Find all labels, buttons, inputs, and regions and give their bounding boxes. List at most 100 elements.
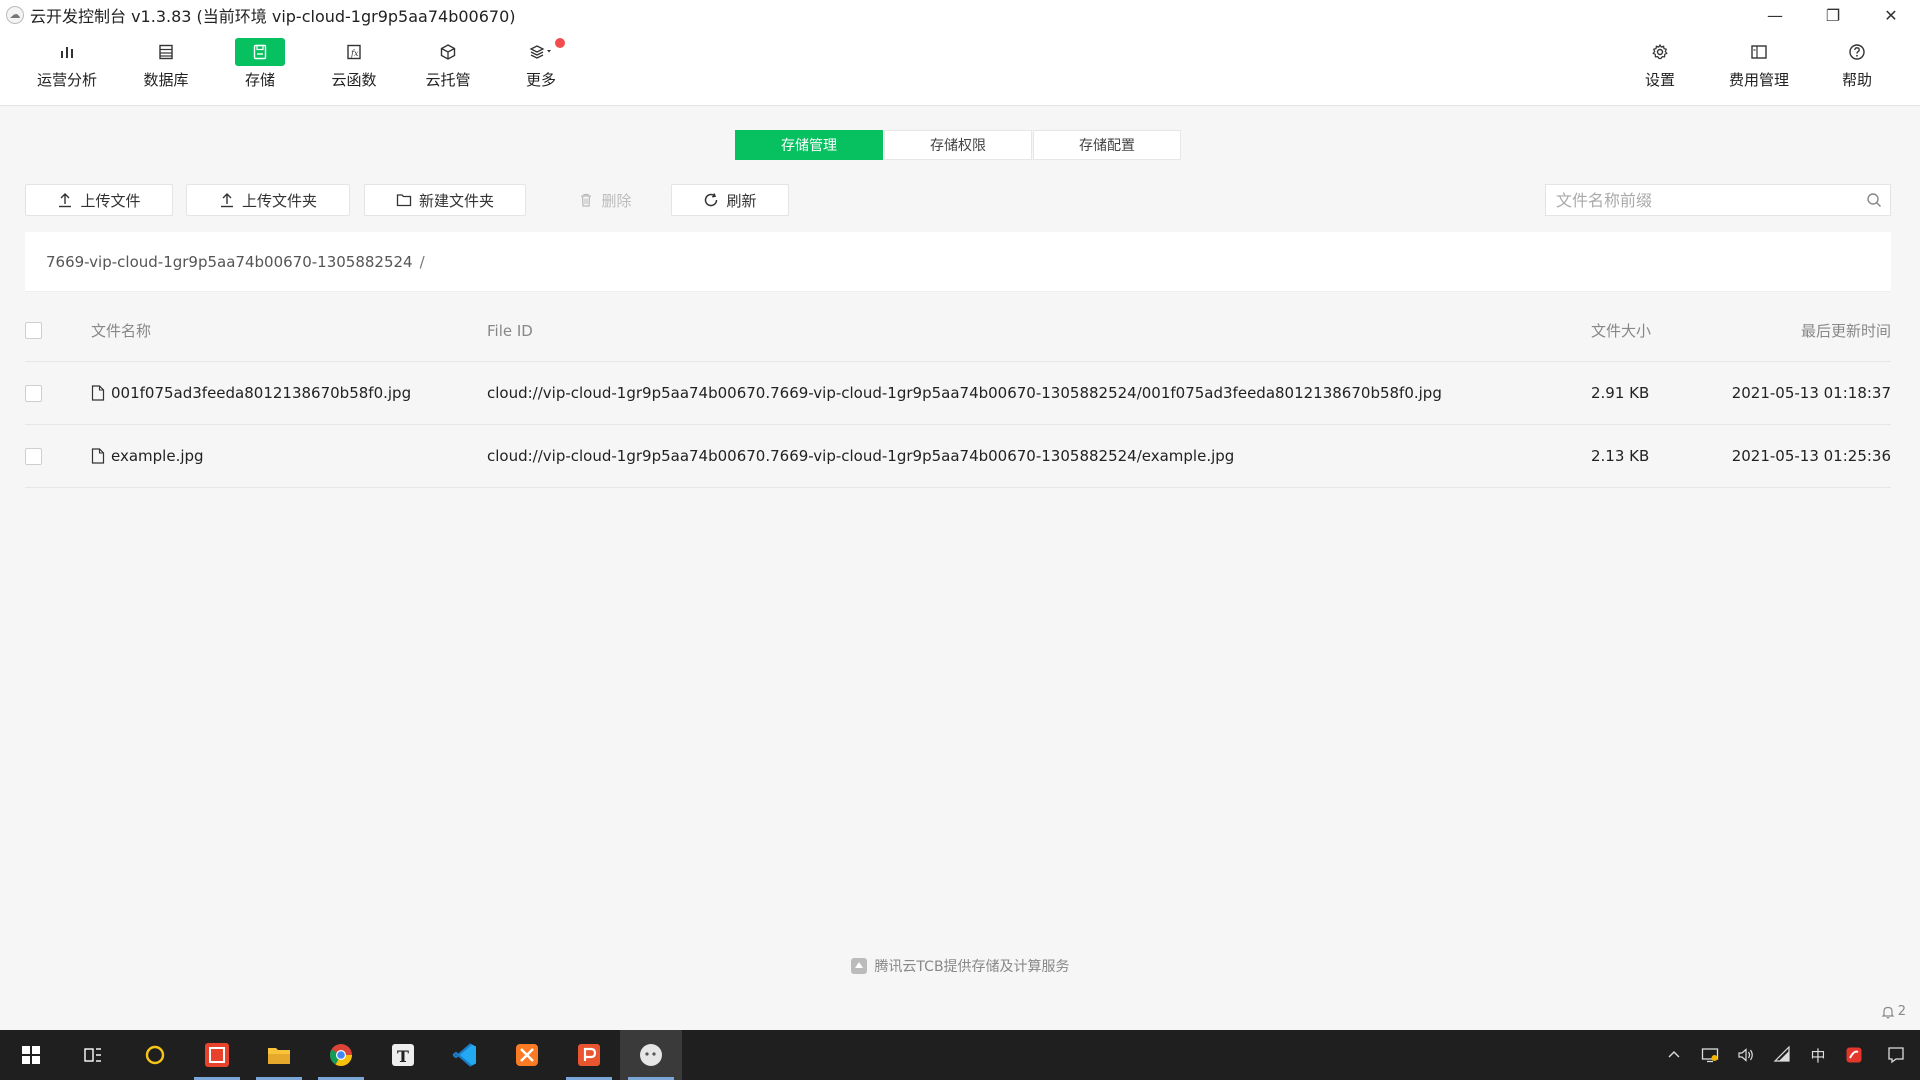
nav-label: 设置 — [1644, 71, 1675, 89]
column-file-id: File ID — [487, 321, 533, 340]
refresh-button[interactable]: 刷新 — [671, 184, 789, 216]
nav-label: 数据库 — [143, 71, 189, 89]
window-controls: — ❐ ✕ — [1746, 0, 1920, 30]
chrome-icon[interactable] — [310, 1030, 372, 1080]
nav-storage[interactable]: 存储 — [222, 38, 298, 98]
tab-storage-config[interactable]: 存储配置 — [1033, 130, 1181, 160]
notification-count: 2 — [1897, 1004, 1906, 1019]
breadcrumb-bucket[interactable]: 7669-vip-cloud-1gr9p5aa74b00670-13058825… — [46, 253, 413, 271]
file-explorer-icon[interactable] — [248, 1030, 310, 1080]
nav-cloud-functions[interactable]: fx 云函数 — [316, 38, 392, 98]
nav-analytics[interactable]: 运营分析 — [29, 38, 105, 98]
help-icon — [1832, 38, 1882, 66]
row-check-cell — [25, 425, 42, 487]
nav-label: 云函数 — [331, 71, 377, 89]
antivirus-icon[interactable] — [1836, 1030, 1872, 1080]
upload-icon — [57, 192, 73, 208]
table-row[interactable]: example.jpg cloud://vip-cloud-1gr9p5aa74… — [25, 425, 1891, 488]
table-row[interactable]: 001f075ad3feeda8012138670b58f0.jpg cloud… — [25, 362, 1891, 425]
file-id: cloud://vip-cloud-1gr9p5aa74b00670.7669-… — [487, 447, 1235, 465]
upload-file-button[interactable]: 上传文件 — [25, 184, 173, 216]
search-icon[interactable] — [1866, 192, 1882, 212]
chevron-up-icon[interactable] — [1656, 1030, 1692, 1080]
nav-settings[interactable]: 设置 — [1622, 38, 1698, 98]
network-monitor-icon[interactable] — [1692, 1030, 1728, 1080]
footer-text: 腾讯云TCB提供存储及计算服务 — [874, 959, 1070, 975]
bell-icon — [1881, 1006, 1895, 1018]
file-id: cloud://vip-cloud-1gr9p5aa74b00670.7669-… — [487, 384, 1442, 402]
select-all-checkbox[interactable] — [25, 322, 42, 339]
refresh-icon — [703, 192, 719, 208]
tencent-cloud-logo-icon — [850, 957, 868, 975]
nav-billing[interactable]: 费用管理 — [1721, 38, 1797, 98]
refresh-label: 刷新 — [726, 191, 757, 210]
main-toolbar: 运营分析 数据库 存储 fx 云函数 云托管 更多 设置 费用管理 帮助 — [0, 30, 1920, 106]
delete-label: 删除 — [601, 191, 632, 210]
notification-bell[interactable]: 2 — [1881, 1004, 1906, 1019]
nav-help[interactable]: 帮助 — [1819, 38, 1895, 98]
storage-icon — [235, 38, 285, 66]
close-button[interactable]: ✕ — [1862, 0, 1920, 30]
windows-taskbar: T 中 — [0, 1030, 1920, 1080]
new-folder-button[interactable]: 新建文件夹 — [364, 184, 526, 216]
file-updated: 2021-05-13 01:18:37 — [1731, 384, 1891, 402]
column-updated: 最后更新时间 — [1800, 322, 1891, 340]
window-title: 云开发控制台 v1.3.83 (当前环境 vip-cloud-1gr9p5aa7… — [30, 7, 516, 26]
ide-icon[interactable] — [186, 1030, 248, 1080]
row-check-cell — [25, 362, 42, 424]
cube-icon — [423, 38, 473, 66]
file-name: 001f075ad3feeda8012138670b58f0.jpg — [111, 384, 412, 402]
title-bar: ☁ 云开发控制台 v1.3.83 (当前环境 vip-cloud-1gr9p5a… — [0, 0, 1920, 30]
bar-chart-icon — [42, 38, 92, 66]
restore-button[interactable]: ❐ — [1804, 0, 1862, 30]
volume-icon[interactable] — [1728, 1030, 1764, 1080]
storage-page: 存储管理 存储权限 存储配置 上传文件 上传文件夹 新建文件夹 删除 刷新 文件… — [0, 106, 1920, 1030]
nav-cloud-hosting[interactable]: 云托管 — [410, 38, 486, 98]
file-size: 2.13 KB — [1591, 447, 1650, 465]
table-header: 文件名称 File ID 文件大小 最后更新时间 — [25, 300, 1891, 362]
file-icon — [91, 385, 105, 401]
file-table: 文件名称 File ID 文件大小 最后更新时间 001f075ad3feeda… — [25, 300, 1891, 488]
ime-indicator[interactable]: 中 — [1800, 1030, 1836, 1080]
notification-dot — [555, 38, 565, 48]
nav-label: 更多 — [525, 71, 556, 89]
vscode-icon[interactable] — [434, 1030, 496, 1080]
xampp-icon[interactable] — [496, 1030, 558, 1080]
file-name-cell[interactable]: example.jpg — [91, 425, 204, 487]
new-folder-label: 新建文件夹 — [418, 191, 494, 210]
upload-file-label: 上传文件 — [80, 191, 141, 210]
upload-folder-button[interactable]: 上传文件夹 — [186, 184, 350, 216]
nav-label: 存储 — [244, 71, 275, 89]
system-tray: 中 — [1656, 1030, 1920, 1080]
delete-button[interactable]: 删除 — [540, 184, 670, 216]
minimize-button[interactable]: — — [1746, 0, 1804, 30]
search-box — [1545, 184, 1891, 216]
windows-start-icon[interactable] — [0, 1030, 62, 1080]
typora-icon[interactable]: T — [372, 1030, 434, 1080]
function-icon: fx — [329, 38, 379, 66]
gear-icon — [1635, 38, 1685, 66]
breadcrumb: 7669-vip-cloud-1gr9p5aa74b00670-13058825… — [25, 232, 1891, 292]
cortana-icon[interactable] — [124, 1030, 186, 1080]
nav-label: 帮助 — [1841, 71, 1872, 89]
nav-more[interactable]: 更多 — [503, 38, 579, 98]
file-name-cell[interactable]: 001f075ad3feeda8012138670b58f0.jpg — [91, 362, 411, 424]
tab-storage-management[interactable]: 存储管理 — [735, 130, 883, 160]
notification-icon[interactable] — [1872, 1030, 1920, 1080]
tab-storage-permissions[interactable]: 存储权限 — [884, 130, 1032, 160]
task-view-icon[interactable] — [62, 1030, 124, 1080]
powerpoint-icon[interactable] — [558, 1030, 620, 1080]
upload-folder-label: 上传文件夹 — [241, 191, 317, 210]
wechat-devtools-icon[interactable] — [620, 1030, 682, 1080]
nav-label: 云托管 — [425, 71, 471, 89]
file-icon — [91, 448, 105, 464]
file-name: example.jpg — [111, 447, 204, 465]
column-size: 文件大小 — [1591, 322, 1652, 340]
row-checkbox[interactable] — [25, 447, 42, 465]
wifi-icon[interactable] — [1764, 1030, 1800, 1080]
nav-database[interactable]: 数据库 — [128, 38, 204, 98]
search-input[interactable] — [1554, 185, 1854, 215]
row-checkbox[interactable] — [25, 384, 42, 402]
breadcrumb-separator: / — [419, 252, 425, 271]
upload-icon — [219, 192, 235, 208]
